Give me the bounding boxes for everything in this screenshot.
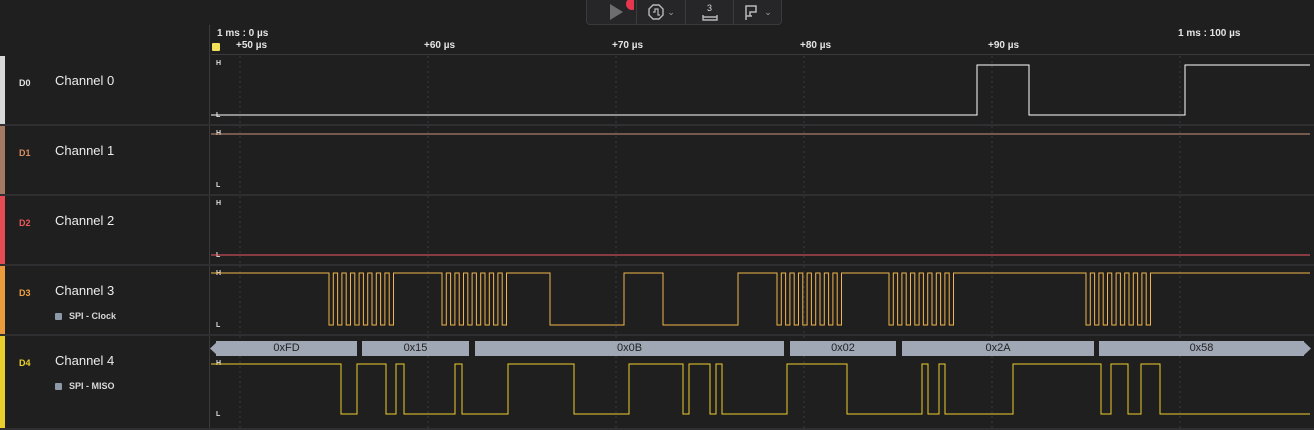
decoded-byte-right-arrow: [1303, 341, 1311, 356]
decoded-byte[interactable]: 0x58: [1099, 341, 1304, 356]
decoded-byte[interactable]: 0x0B: [475, 341, 784, 356]
decoded-byte[interactable]: 0xFD: [216, 341, 357, 356]
channel-3-waveform: [211, 272, 1310, 326]
decoded-byte-left-arrow: [210, 341, 218, 356]
waveform-canvas[interactable]: [0, 0, 1314, 430]
decoded-byte[interactable]: 0x2A: [902, 341, 1094, 356]
channel-4-waveform: [211, 363, 1310, 415]
decoded-byte[interactable]: 0x02: [790, 341, 896, 356]
channel-0-waveform: [211, 64, 1310, 116]
decoded-byte[interactable]: 0x15: [362, 341, 469, 356]
